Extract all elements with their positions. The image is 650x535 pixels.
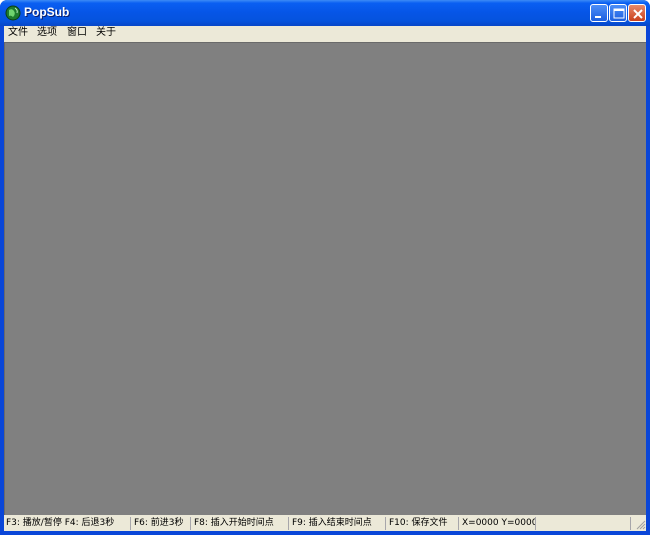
status-extra [537, 517, 631, 530]
close-icon [633, 9, 643, 19]
menu-options[interactable]: 选项 [35, 26, 59, 41]
resize-grip-icon[interactable] [634, 518, 646, 530]
status-insert-start: F8: 插入开始时间点 [192, 517, 289, 530]
status-forward: F6: 前进3秒 [132, 517, 191, 530]
window-frame-bottom [0, 531, 650, 535]
window-title: PopSub [24, 5, 70, 19]
status-save: F10: 保存文件 [387, 517, 459, 530]
minimize-button[interactable] [590, 4, 608, 22]
status-bar: F3: 播放/暂停 F4: 后退3秒 F6: 前进3秒 F8: 插入开始时间点 … [4, 516, 646, 531]
title-bar[interactable]: PopSub [0, 0, 650, 26]
app-window: PopSub 文件 选项 窗口 关于 F3: 播放/暂停 F4: 后退3秒 F6… [0, 0, 650, 535]
minimize-icon [595, 16, 601, 18]
close-button[interactable] [628, 4, 646, 22]
app-globe-icon[interactable] [5, 5, 21, 21]
menu-file[interactable]: 文件 [6, 26, 30, 41]
menu-bar: 文件 选项 窗口 关于 [4, 26, 646, 41]
menu-window[interactable]: 窗口 [65, 26, 89, 41]
client-area: 文件 选项 窗口 关于 F3: 播放/暂停 F4: 后退3秒 F6: 前进3秒 … [4, 26, 646, 531]
maximize-icon [613, 8, 625, 19]
menu-about[interactable]: 关于 [94, 26, 118, 41]
status-insert-end: F9: 插入结束时间点 [290, 517, 386, 530]
mdi-workspace[interactable] [4, 42, 646, 515]
status-play-back: F3: 播放/暂停 F4: 后退3秒 [4, 517, 131, 530]
status-coordinates: X=0000 Y=0000 [462, 517, 536, 530]
maximize-button[interactable] [609, 4, 627, 22]
